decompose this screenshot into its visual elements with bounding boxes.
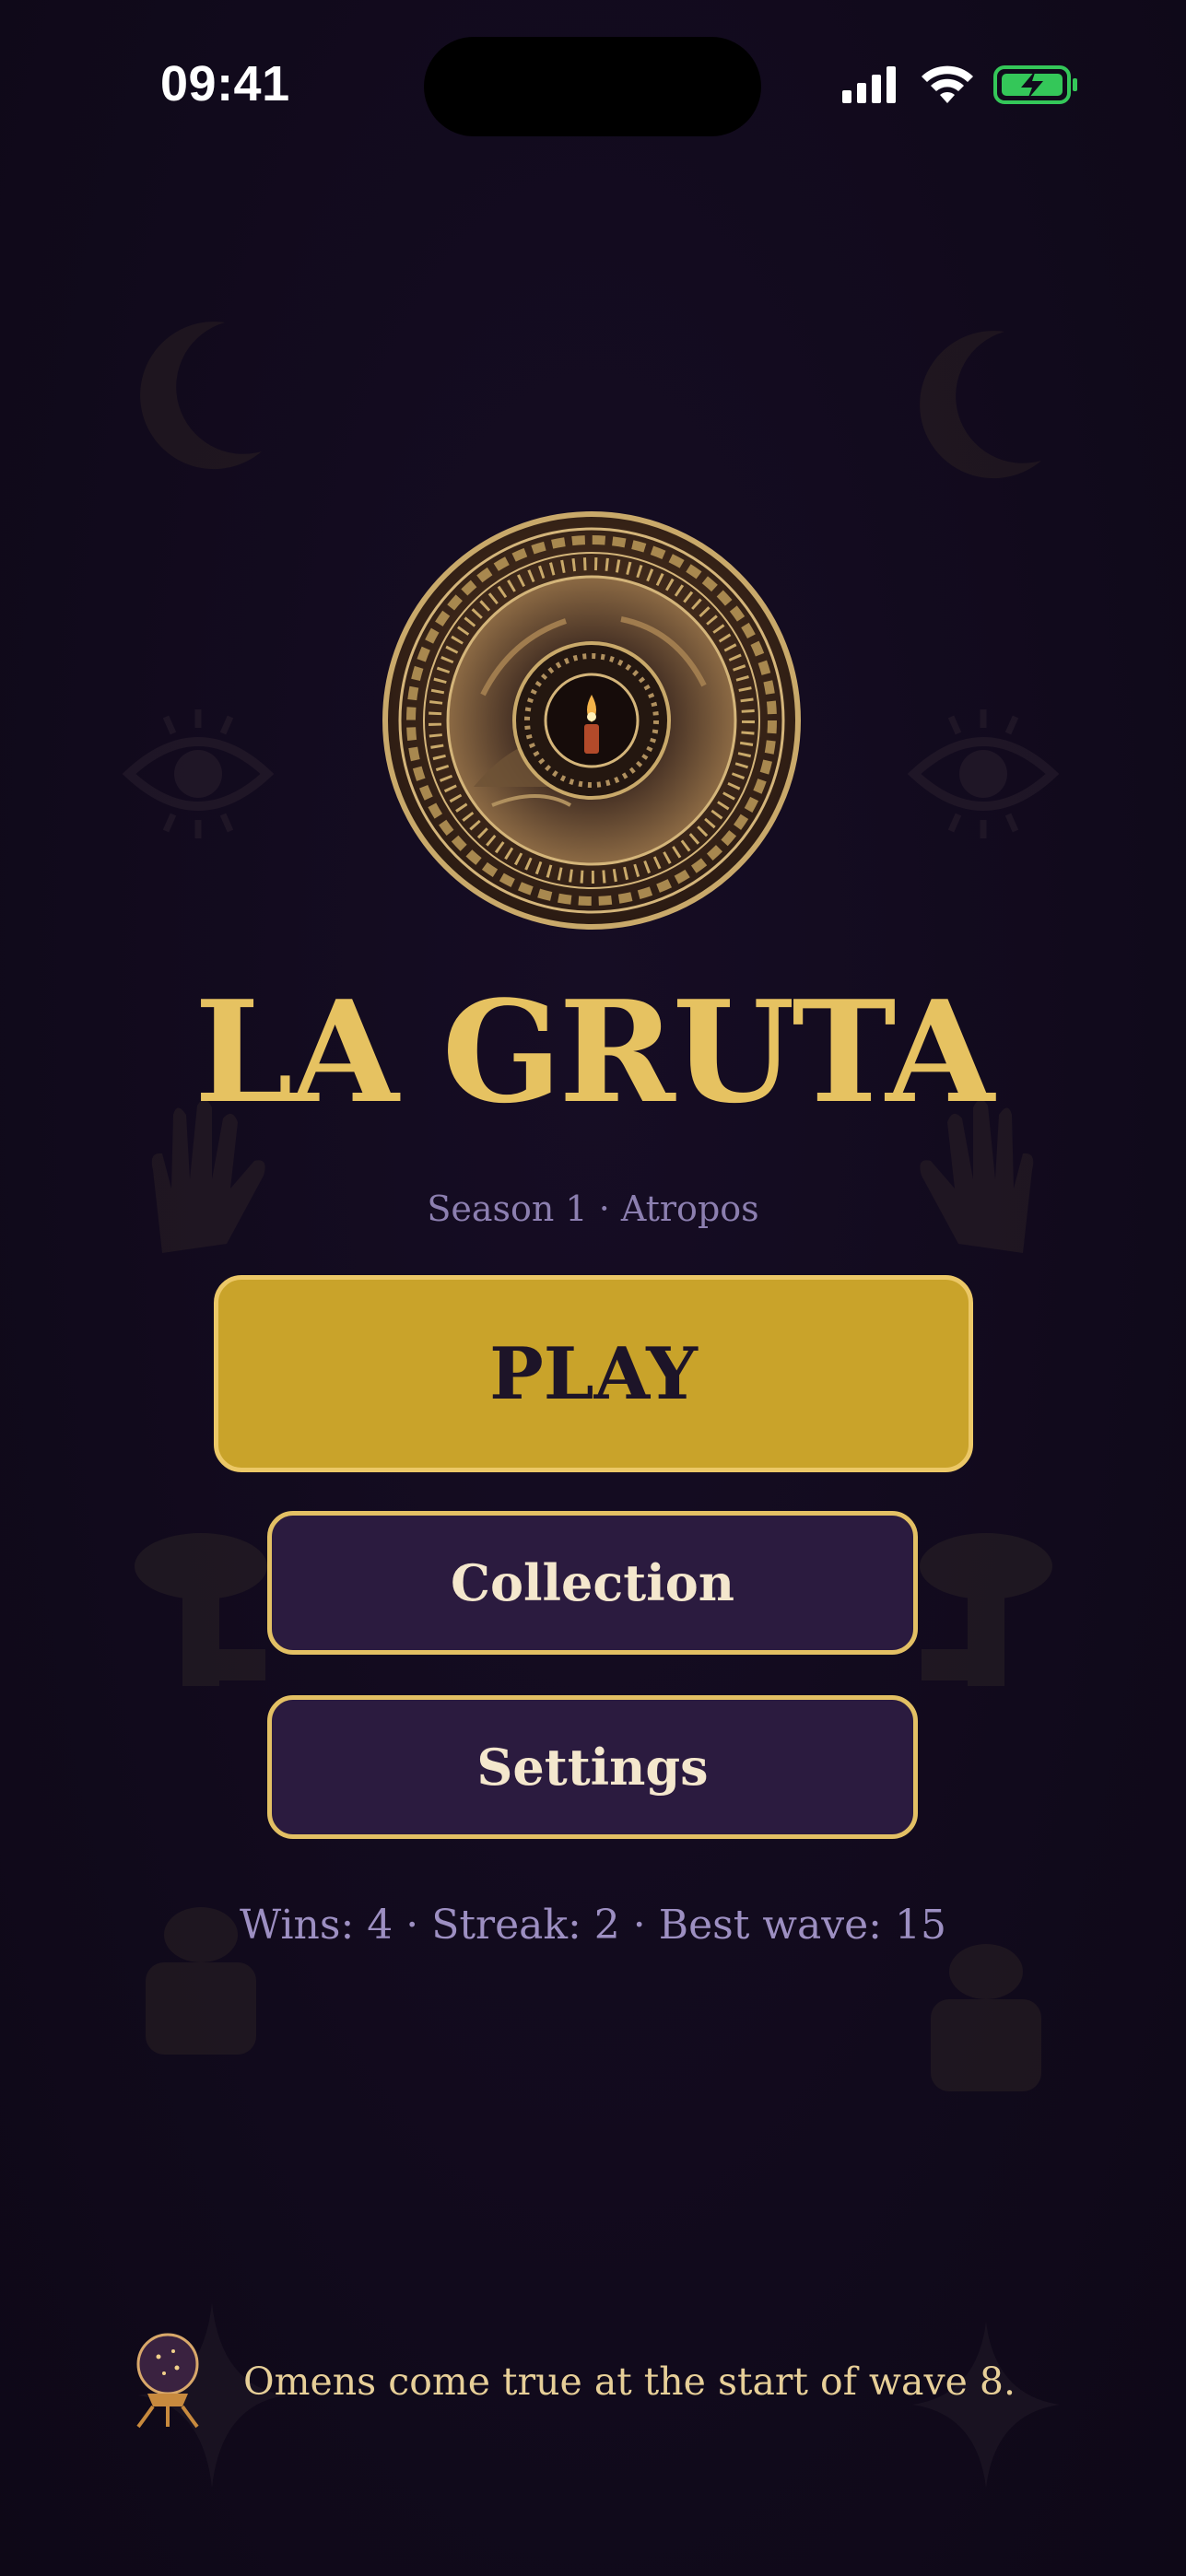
season-subtitle: Season 1 · Atropos — [427, 1188, 759, 1229]
wifi-icon — [922, 65, 973, 103]
play-button[interactable]: PLAY — [214, 1275, 973, 1472]
crescent-moon-icon — [920, 331, 1041, 479]
cave-rune-emblem — [382, 511, 801, 930]
main-menu-screen: 09:41 LA GRUTA Season 1 · Atropos PLAY C… — [0, 0, 1186, 2576]
key-icon — [920, 1533, 1052, 1686]
potion-icon — [931, 1944, 1041, 2091]
play-button-label: PLAY — [489, 1331, 698, 1416]
omen-tip: Omens come true at the start of wave 8. — [135, 2331, 1016, 2432]
key-icon — [135, 1533, 267, 1686]
settings-button-label: Settings — [476, 1738, 709, 1797]
collection-button[interactable]: Collection — [267, 1511, 918, 1655]
eye-icon — [907, 709, 1060, 838]
collection-button-label: Collection — [451, 1553, 734, 1612]
settings-button[interactable]: Settings — [267, 1695, 918, 1839]
cellular-icon — [842, 66, 896, 103]
eye-icon — [122, 709, 275, 838]
game-title: LA GRUTA — [194, 969, 994, 1134]
status-time: 09:41 — [160, 56, 290, 111]
dynamic-island — [424, 37, 761, 136]
omen-tip-text: Omens come true at the start of wave 8. — [243, 2359, 1016, 2404]
status-icons — [839, 63, 1078, 112]
crescent-moon-icon — [140, 322, 262, 470]
player-stats: Wins: 4 · Streak: 2 · Best wave: 15 — [240, 1902, 946, 1949]
crystal-ball-icon — [136, 2333, 199, 2429]
battery-charging-icon — [993, 65, 1077, 104]
